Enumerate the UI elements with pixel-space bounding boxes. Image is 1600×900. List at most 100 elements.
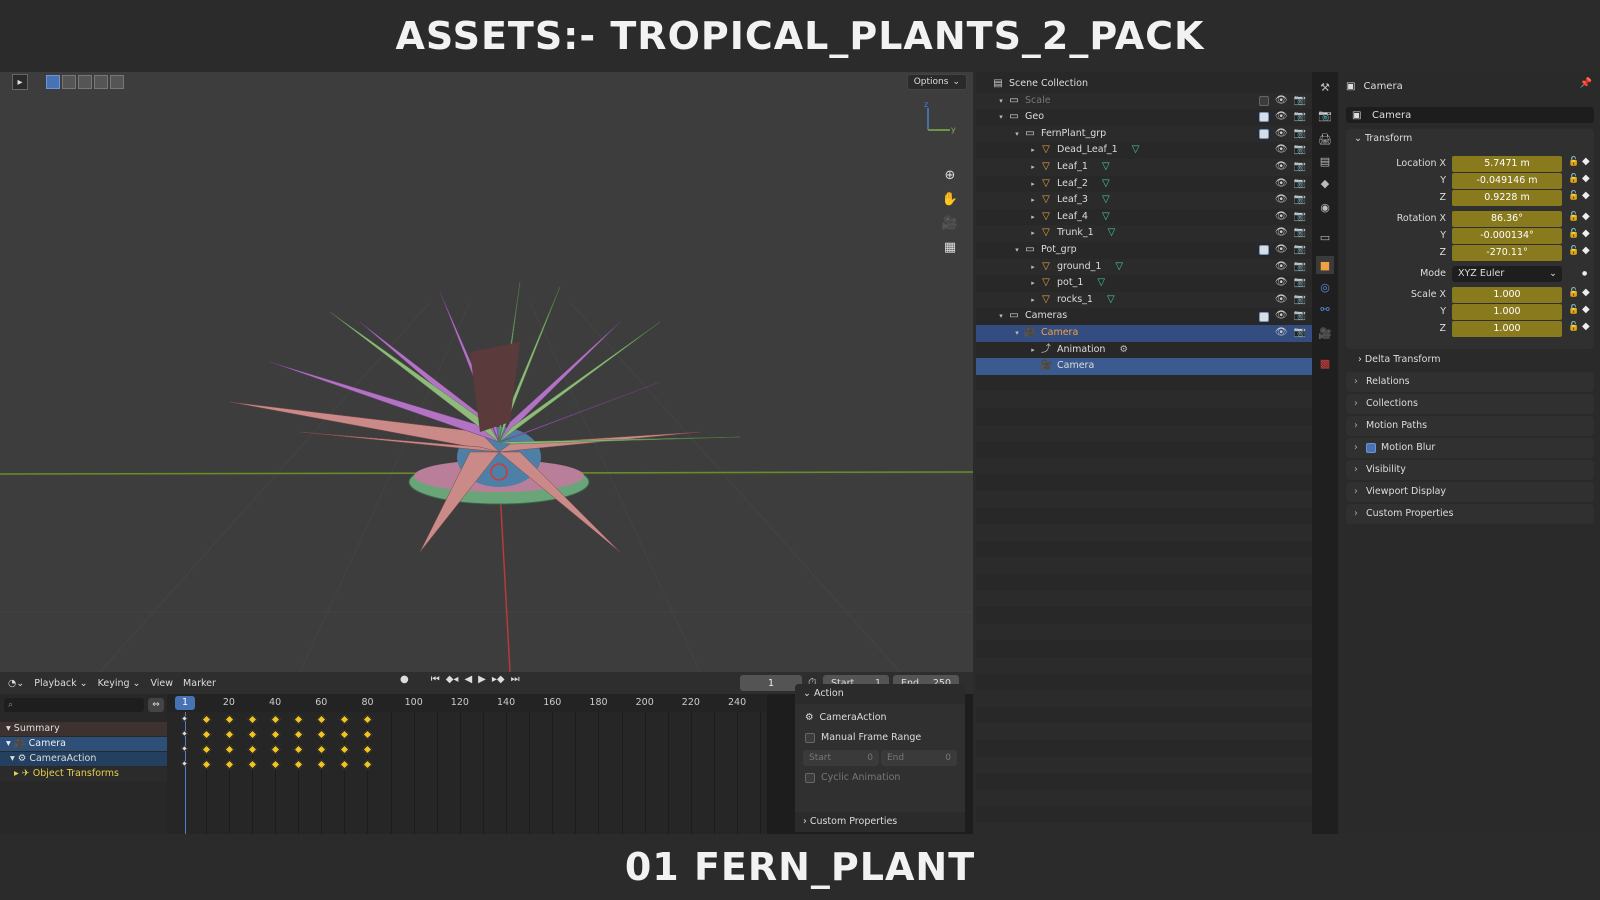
mesh-data-icon[interactable]: ▽ (1107, 292, 1115, 309)
keyframe[interactable] (224, 744, 235, 755)
rotation-x-field[interactable]: 86.36° (1452, 211, 1562, 227)
eye-icon[interactable]: 👁 (1275, 225, 1288, 242)
keyframe[interactable] (339, 759, 350, 770)
tool-tab-icon[interactable]: ⚒ (1316, 78, 1334, 96)
mesh-data-icon[interactable]: ▽ (1097, 275, 1105, 292)
transform-header[interactable]: ⌄ Transform (1346, 129, 1594, 149)
keyframe[interactable] (316, 744, 327, 755)
expand-arrow-icon[interactable]: ▸ (1028, 259, 1038, 276)
expand-arrow-icon[interactable]: ▾ (996, 308, 1006, 325)
eye-icon[interactable]: 👁 (1275, 292, 1288, 309)
outliner-row-cameras[interactable]: ▾ ▭ Cameras 👁 📷 (976, 308, 1312, 325)
rotation-z-field[interactable]: -270.11° (1452, 245, 1562, 261)
render-camera-icon[interactable]: 📷 (1294, 308, 1306, 325)
render-camera-icon[interactable]: 📷 (1294, 275, 1306, 292)
render-camera-icon[interactable]: 📷 (1294, 242, 1306, 259)
keyframe[interactable] (293, 744, 304, 755)
render-camera-icon[interactable]: 📷 (1294, 109, 1306, 126)
render-camera-icon[interactable]: 📷 (1294, 93, 1306, 110)
keyframe[interactable] (247, 759, 258, 770)
keyframe[interactable] (363, 714, 373, 725)
action-panel-header[interactable]: ⌄ Action (795, 684, 965, 704)
keyframe[interactable] (363, 759, 373, 770)
lock-icon[interactable]: 🔓 (1568, 288, 1579, 298)
scale-z-field[interactable]: 1.000 (1452, 321, 1562, 337)
render-camera-icon[interactable]: 📷 (1294, 259, 1306, 276)
keyframe[interactable] (293, 729, 304, 740)
exclude-checkbox[interactable] (1258, 95, 1269, 106)
keyframe[interactable] (180, 714, 189, 723)
section-visibility[interactable]: › Visibility (1346, 460, 1594, 480)
menu-playback[interactable]: Playback ⌄ (34, 678, 87, 689)
keyframe[interactable] (270, 744, 281, 755)
expand-arrow-icon[interactable]: ▸ (1028, 209, 1038, 226)
world-tab-icon[interactable]: ◉ (1316, 198, 1334, 216)
keyframe-icon[interactable]: ◆ (1582, 228, 1590, 239)
object-tab-icon[interactable]: ■ (1316, 256, 1334, 274)
action-icon[interactable]: ⚙ (1119, 342, 1128, 359)
section-custom-properties[interactable]: › Custom Properties (1346, 504, 1594, 524)
keyframe[interactable] (316, 729, 327, 740)
constraints-tab-icon[interactable]: ⚯ (1316, 300, 1334, 318)
eye-icon[interactable]: 👁 (1275, 242, 1288, 259)
delta-transform-toggle[interactable]: › Delta Transform (1358, 350, 1440, 370)
keyframe[interactable] (201, 759, 212, 770)
motion-blur-checkbox[interactable] (1366, 442, 1376, 453)
channel-summary[interactable]: ▾ Summary (0, 722, 167, 736)
mesh-data-icon[interactable]: ▽ (1102, 159, 1110, 176)
exclude-checkbox[interactable] (1258, 129, 1269, 140)
menu-view[interactable]: View (151, 678, 174, 689)
mesh-data-icon[interactable]: ▽ (1132, 142, 1140, 159)
keyframe[interactable] (224, 714, 235, 725)
keyframe[interactable] (363, 729, 373, 740)
section-motion-paths[interactable]: › Motion Paths (1346, 416, 1594, 436)
camera-view-icon[interactable]: 🎥 (940, 213, 960, 233)
select-subtract-icon[interactable] (78, 75, 92, 89)
render-camera-icon[interactable]: 📷 (1294, 225, 1306, 242)
location-z-field[interactable]: 0.9228 m (1452, 190, 1562, 206)
expand-arrow-icon[interactable]: ▸ (1028, 292, 1038, 309)
section-motion-blur[interactable]: › Motion Blur (1346, 438, 1594, 458)
expand-arrow-icon[interactable]: ▸ (1028, 176, 1038, 193)
keyframe-icon[interactable]: ◆ (1582, 156, 1590, 167)
render-camera-icon[interactable]: 📷 (1294, 325, 1306, 342)
channel-camera[interactable]: ▾ 🎥 Camera (0, 737, 167, 751)
fern-plant[interactable] (229, 281, 741, 553)
lock-icon[interactable]: 🔓 (1568, 246, 1579, 256)
outliner-row-scene-collection[interactable]: ▤ Scene Collection (976, 76, 1312, 93)
scale-x-field[interactable]: 1.000 (1452, 287, 1562, 303)
expand-arrow-icon[interactable]: ▸ (1028, 192, 1038, 209)
expand-arrow-icon[interactable]: ▾ (1012, 325, 1022, 342)
eye-icon[interactable]: 👁 (1275, 159, 1288, 176)
options-button[interactable]: Options ⌄ (906, 74, 967, 90)
channel-camera-action[interactable]: ▾ ⚙ CameraAction (0, 752, 167, 766)
eye-icon[interactable]: 👁 (1275, 126, 1288, 143)
outliner-row-rocks-1[interactable]: ▸ ▽ rocks_1 ▽ 👁 📷 (976, 291, 1312, 309)
section-collections[interactable]: › Collections (1346, 394, 1594, 414)
render-camera-icon[interactable]: 📷 (1294, 292, 1306, 309)
keyframe[interactable] (180, 759, 189, 768)
keyframe[interactable] (363, 744, 373, 755)
select-invert-icon[interactable] (94, 75, 108, 89)
outliner-row-leaf-4[interactable]: ▸ ▽ Leaf_4 ▽ 👁 📷 (976, 209, 1312, 226)
exclude-checkbox[interactable] (1258, 311, 1269, 322)
keyframe-icon[interactable]: ◆ (1582, 287, 1590, 298)
physics-tab-icon[interactable]: ◎ (1316, 278, 1334, 296)
outliner-row-scale[interactable]: ▾ ▭ Scale 👁 📷 (976, 92, 1312, 110)
keyframe[interactable] (247, 729, 258, 740)
select-new-icon[interactable] (46, 75, 60, 89)
keyframe[interactable] (316, 759, 327, 770)
view-layer-tab-icon[interactable]: ▤ (1316, 152, 1334, 170)
outliner-row-dead-leaf-1[interactable]: ▸ ▽ Dead_Leaf_1 ▽ 👁 📷 (976, 142, 1312, 159)
expand-arrow-icon[interactable]: ▾ (1012, 126, 1022, 143)
jump-end-icon[interactable]: ⏭ (511, 674, 520, 685)
outliner-row-geo[interactable]: ▾ ▭ Geo 👁 📷 (976, 109, 1312, 126)
outliner-row-ground-1[interactable]: ▸ ▽ ground_1 ▽ 👁 📷 (976, 258, 1312, 276)
expand-arrow-icon[interactable]: ▸ (1028, 142, 1038, 159)
eye-icon[interactable]: 👁 (1275, 325, 1288, 342)
keyframe-icon[interactable]: ◆ (1582, 304, 1590, 315)
rotation-y-field[interactable]: -0.000134° (1452, 228, 1562, 244)
keyframe[interactable] (339, 714, 350, 725)
expand-arrow-icon[interactable]: ▾ (1012, 242, 1022, 259)
outliner-row-leaf-2[interactable]: ▸ ▽ Leaf_2 ▽ 👁 📷 (976, 176, 1312, 193)
